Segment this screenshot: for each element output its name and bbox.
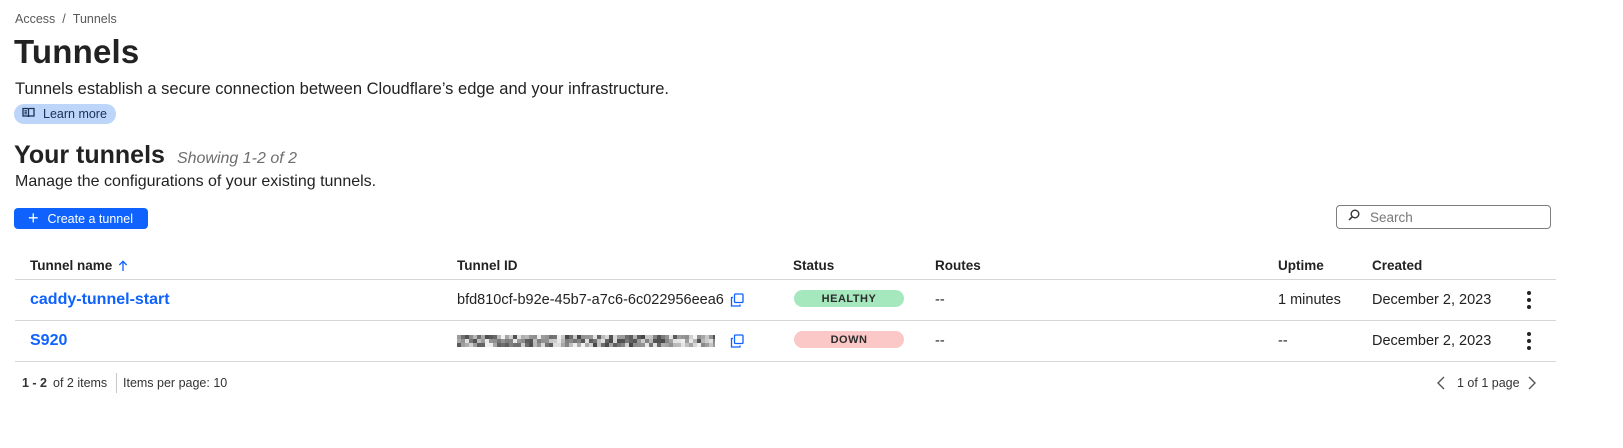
section-subtitle: Manage the configurations of your existi…: [15, 173, 377, 190]
copy-icon[interactable]: [730, 293, 744, 312]
book-icon: [22, 107, 43, 121]
pagination-total: of 2 items: [53, 376, 108, 390]
section-title: Your tunnels: [14, 141, 165, 169]
breadcrumb-separator: /: [62, 12, 66, 26]
column-header-created: Created: [1372, 258, 1423, 273]
created-value: December 2, 2023: [1372, 333, 1492, 349]
pagination-range: 1 - 2: [22, 376, 48, 390]
column-header-tunnel-name[interactable]: Tunnel name: [30, 258, 128, 273]
status-badge: DOWN: [794, 331, 904, 348]
redacted-tunnel-id: [457, 335, 715, 347]
uptime-value: --: [1278, 333, 1288, 349]
items-per-page-select[interactable]: Items per page: 10: [123, 376, 227, 390]
sort-up-arrow-icon: [118, 259, 128, 272]
breadcrumb-access[interactable]: Access: [15, 12, 55, 26]
search-box: [1336, 205, 1551, 229]
uptime-value: 1 minutes: [1278, 292, 1341, 308]
created-value: December 2, 2023: [1372, 292, 1492, 308]
create-tunnel-button[interactable]: + Create a tunnel: [14, 208, 148, 229]
column-header-tunnel-id: Tunnel ID: [457, 258, 518, 273]
column-header-routes: Routes: [935, 258, 981, 273]
column-label-tunnel-name: Tunnel name: [30, 258, 113, 273]
kebab-menu-icon[interactable]: [1520, 289, 1538, 311]
footer-divider: [116, 373, 117, 393]
tunnel-id: bfd810cf-b92e-45b7-a7c6-6c022956eea6: [457, 292, 724, 308]
status-badge: HEALTHY: [794, 290, 904, 307]
routes-value: --: [935, 333, 945, 349]
search-icon: [1348, 208, 1360, 226]
create-tunnel-label: Create a tunnel: [47, 211, 133, 226]
showing-count: Showing 1-2 of 2: [176, 150, 298, 167]
chevron-left-icon[interactable]: [1436, 376, 1446, 395]
page-indicator: 1 of 1 page: [1457, 376, 1520, 390]
page-description: Tunnels establish a secure connection be…: [15, 80, 669, 98]
learn-more-link[interactable]: Learn more: [14, 104, 116, 124]
copy-icon[interactable]: [730, 334, 744, 353]
tunnel-name-link[interactable]: caddy-tunnel-start: [30, 291, 170, 309]
routes-value: --: [935, 292, 945, 308]
plus-icon: +: [28, 207, 39, 228]
table-row: S920 DOWN -- -- December 2, 2023: [0, 321, 1623, 361]
kebab-menu-icon[interactable]: [1520, 330, 1538, 352]
column-header-status: Status: [793, 258, 835, 273]
table-bottom-divider: [15, 361, 1556, 362]
tunnel-name-link[interactable]: S920: [30, 332, 67, 350]
breadcrumb: Access / Tunnels: [15, 12, 117, 26]
page-title: Tunnels: [14, 33, 140, 70]
table-row: caddy-tunnel-start bfd810cf-b92e-45b7-a7…: [0, 280, 1623, 320]
chevron-right-icon[interactable]: [1527, 376, 1537, 395]
breadcrumb-current: Tunnels: [72, 12, 117, 26]
search-input[interactable]: [1368, 208, 1542, 226]
learn-more-label: Learn more: [43, 107, 107, 121]
section-header: Your tunnels Showing 1-2 of 2: [14, 141, 297, 170]
column-header-uptime: Uptime: [1278, 258, 1324, 273]
